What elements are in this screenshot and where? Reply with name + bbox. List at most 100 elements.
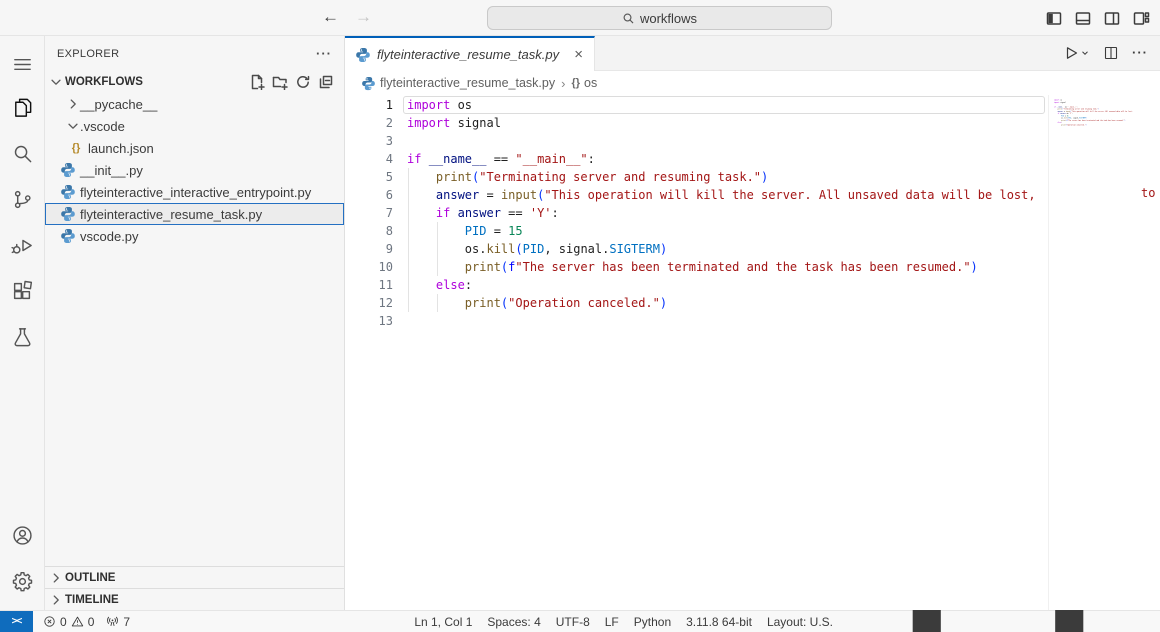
file-tree: __pycache__ .vscode {}launch.json __init__.… bbox=[45, 93, 344, 247]
remote-indicator[interactable]: >< bbox=[0, 611, 33, 632]
section-outline[interactable]: OUTLINE bbox=[45, 566, 344, 588]
tree-item-vscode-py[interactable]: vscode.py bbox=[45, 225, 344, 247]
activity-extensions[interactable] bbox=[0, 268, 45, 314]
section-workflows[interactable]: WORKFLOWS bbox=[45, 71, 344, 93]
line-number: 10 bbox=[345, 258, 407, 276]
search-icon bbox=[11, 142, 34, 165]
python-file-icon bbox=[60, 206, 76, 222]
section-timeline[interactable]: TIMELINE bbox=[45, 588, 344, 610]
tree-item--init-py[interactable]: __init__.py bbox=[45, 159, 344, 181]
status-eol[interactable]: LF bbox=[605, 615, 619, 629]
scrollbar-text-fragment: to bbox=[1141, 186, 1155, 200]
section-outline-label: OUTLINE bbox=[65, 572, 115, 584]
run-python-file-button[interactable] bbox=[1063, 45, 1090, 61]
status-indentation[interactable]: Spaces: 4 bbox=[487, 615, 540, 629]
line-number: 11 bbox=[345, 276, 407, 294]
breadcrumb: flyteinteractive_resume_task.py › {} os bbox=[345, 71, 1160, 95]
status-python-interpreter[interactable]: 3.11.8 64-bit bbox=[686, 615, 752, 629]
run-debug-icon bbox=[11, 234, 34, 257]
line-number: 3 bbox=[345, 132, 407, 150]
line-number: 12 bbox=[345, 294, 407, 312]
new-file-icon[interactable] bbox=[249, 74, 265, 90]
forwarded-ports-status[interactable]: 7 bbox=[106, 615, 130, 629]
command-center-search[interactable]: workflows bbox=[487, 6, 832, 30]
chevron-down-icon bbox=[49, 75, 63, 89]
python-file-icon bbox=[355, 47, 371, 63]
tree-item-label: flyteinteractive_resume_task.py bbox=[80, 207, 262, 222]
tree-item-label: flyteinteractive_interactive_entrypoint.… bbox=[80, 185, 311, 200]
breadcrumb-symbol[interactable]: os bbox=[584, 76, 597, 90]
activity-source-control[interactable] bbox=[0, 176, 45, 222]
tab-bar: flyteinteractive_resume_task.py × ··· bbox=[345, 36, 1160, 71]
minimap[interactable]: import osimport signalif __name__ == "__… bbox=[1048, 95, 1140, 610]
editor-group: flyteinteractive_resume_task.py × ··· fl… bbox=[345, 36, 1160, 610]
line-number: 6 bbox=[345, 186, 407, 204]
status-keyboard-layout[interactable]: Layout: U.S. bbox=[767, 615, 833, 629]
activity-run-debug[interactable] bbox=[0, 222, 45, 268]
activity-explorer[interactable] bbox=[0, 84, 45, 130]
indent-guide bbox=[437, 294, 438, 312]
chevron-right-icon bbox=[49, 593, 63, 607]
tree-item-label: .vscode bbox=[80, 119, 125, 134]
explorer-icon bbox=[11, 96, 34, 119]
layout-sidebar-left-icon[interactable] bbox=[1045, 9, 1063, 27]
indent-guide bbox=[437, 222, 438, 276]
activity-menu[interactable] bbox=[0, 44, 45, 84]
tree-item-label: __init__.py bbox=[80, 163, 143, 178]
line-number: 4 bbox=[345, 150, 407, 168]
problems-status[interactable]: 0 0 bbox=[43, 615, 94, 629]
activity-settings[interactable] bbox=[0, 558, 45, 604]
code-content: import osimport signalif __name__ == "__… bbox=[1054, 99, 1140, 128]
tree-item--pycache-[interactable]: __pycache__ bbox=[45, 93, 344, 115]
activity-account[interactable] bbox=[0, 512, 45, 558]
python-file-icon bbox=[60, 184, 76, 200]
code-editor[interactable]: 12345678910111213 import osimport signal… bbox=[345, 95, 1160, 610]
error-icon bbox=[43, 615, 56, 628]
breadcrumb-separator: › bbox=[561, 76, 565, 91]
warning-icon bbox=[71, 615, 84, 628]
minimap-content: import osimport signalif __name__ == "__… bbox=[1054, 99, 1140, 128]
testing-icon bbox=[11, 326, 34, 349]
tab-flyteinteractive-resume-task[interactable]: flyteinteractive_resume_task.py × bbox=[345, 36, 595, 71]
line-number: 8 bbox=[345, 222, 407, 240]
ports-count: 7 bbox=[123, 615, 130, 629]
explorer-sidebar: EXPLORER ··· WORKFLOWS __pycache__.vscod… bbox=[45, 36, 345, 610]
tab-close-icon[interactable]: × bbox=[571, 46, 586, 63]
layout-panel-icon[interactable] bbox=[1074, 9, 1092, 27]
refresh-icon[interactable] bbox=[295, 74, 311, 90]
collapse-all-icon[interactable] bbox=[318, 74, 334, 90]
json-braces-icon: {} bbox=[68, 140, 84, 156]
layout-sidebar-right-icon[interactable] bbox=[1103, 9, 1121, 27]
tab-label: flyteinteractive_resume_task.py bbox=[377, 47, 571, 62]
line-number: 7 bbox=[345, 204, 407, 222]
line-number: 1 bbox=[345, 96, 407, 114]
tree-item-launch-json[interactable]: {}launch.json bbox=[45, 137, 344, 159]
sidebar-more-icon[interactable]: ··· bbox=[316, 46, 332, 61]
new-folder-icon[interactable] bbox=[272, 74, 288, 90]
activity-search[interactable] bbox=[0, 130, 45, 176]
activity-testing[interactable] bbox=[0, 314, 45, 360]
radio-tower-icon bbox=[106, 615, 119, 628]
python-file-icon bbox=[60, 228, 76, 244]
section-workflows-label: WORKFLOWS bbox=[65, 76, 143, 88]
nav-back-icon[interactable]: ← bbox=[322, 7, 339, 27]
chevron-down-icon bbox=[66, 119, 80, 133]
symbol-braces-icon: {} bbox=[571, 77, 580, 89]
breadcrumb-file[interactable]: flyteinteractive_resume_task.py bbox=[380, 76, 555, 90]
status-language-mode[interactable]: Python bbox=[634, 615, 671, 629]
tree-item--vscode[interactable]: .vscode bbox=[45, 115, 344, 137]
split-editor-icon[interactable] bbox=[1103, 45, 1119, 61]
line-number: 2 bbox=[345, 114, 407, 132]
title-bar: ← → workflows bbox=[0, 0, 1160, 36]
line-number: 13 bbox=[345, 312, 407, 330]
tree-item-flyteinteractive-interactive-entrypoint-py[interactable]: flyteinteractive_interactive_entrypoint.… bbox=[45, 181, 344, 203]
status-bar: >< 0 0 7 Ln 1, Col 1 Spaces: 4 UTF-8 LF Pyth… bbox=[0, 610, 1160, 632]
status-encoding[interactable]: UTF-8 bbox=[556, 615, 590, 629]
tree-item-flyteinteractive-resume-task-py[interactable]: flyteinteractive_resume_task.py bbox=[45, 203, 344, 225]
status-cursor-position[interactable]: Ln 1, Col 1 bbox=[414, 615, 472, 629]
nav-forward-icon[interactable]: → bbox=[355, 7, 372, 27]
editor-more-actions-icon[interactable]: ··· bbox=[1132, 45, 1148, 60]
tree-item-label: __pycache__ bbox=[80, 97, 157, 112]
line-number: 9 bbox=[345, 240, 407, 258]
layout-customize-icon[interactable] bbox=[1132, 9, 1150, 27]
